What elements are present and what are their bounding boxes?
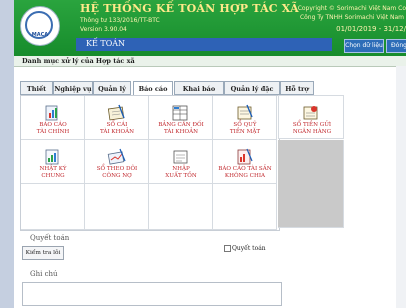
- tab-quan-ly[interactable]: Quản lý: [93, 81, 131, 95]
- checkbox-box[interactable]: [224, 245, 231, 252]
- notes-textarea[interactable]: [22, 282, 282, 306]
- report-label-line2: XUẤT TỒN: [165, 173, 197, 179]
- report-label-line1: BÁO CÁO: [39, 122, 67, 128]
- choose-data-button[interactable]: Chọn dữ liệu: [344, 39, 384, 53]
- right-panel: [396, 66, 406, 308]
- empty-cell: [149, 184, 213, 230]
- report-label-line2: TÀI CHÍNH: [36, 129, 70, 135]
- report-grid: BÁO CÁO TÀI CHÍNH SỔ CÁI TÀI KHOẢN BẢNG CÂ…: [20, 95, 280, 231]
- copyright-text: Copyright © Sorimachi Việt Nam Co: [297, 5, 406, 12]
- company-name: Công Ty TNHH Sorimachi Việt Nam: [299, 14, 404, 21]
- menu-label: Danh mục xử lý của Hợp tác xã: [22, 57, 135, 65]
- ledger-book-icon: [107, 104, 125, 121]
- debt-tracking-icon: [107, 148, 126, 165]
- report-so-quy-tien-mat[interactable]: SỔ QUỸ TIỀN MẶT: [213, 96, 277, 140]
- settlement-checkbox[interactable]: Quyết toán: [224, 245, 266, 252]
- empty-cell: [213, 184, 277, 230]
- report-label-line2: CÔNG NỢ: [102, 173, 132, 179]
- report-tai-san-khong-chia[interactable]: BÁO CÁO TÀI SẢN KHÔNG CHIA: [213, 140, 277, 184]
- tab-khai-bao-thue[interactable]: Khai báo thuế: [174, 81, 224, 107]
- report-label-line2: TÀI KHOẢN: [99, 129, 135, 135]
- report-label-line1: SỔ CÁI: [106, 122, 128, 128]
- check-errors-button[interactable]: Kiểm tra lỗi: [22, 246, 64, 260]
- report-label-line2: CHUNG: [41, 173, 65, 179]
- report-label-line1: SỔ QUỸ: [233, 122, 257, 128]
- report-label-line1: NHẬT KÝ: [39, 166, 67, 172]
- report-label-line2: KHÔNG CHIA: [224, 173, 266, 179]
- close-button[interactable]: Đóng: [386, 39, 406, 53]
- report-label-line2: NGÂN HÀNG: [292, 129, 332, 135]
- tab-ho-tro[interactable]: Hỗ trợ: [280, 81, 314, 95]
- logo-text: MACA: [31, 32, 49, 38]
- journal-chart-icon: [45, 149, 59, 165]
- cash-book-icon: [237, 104, 253, 120]
- tab-bao-cao[interactable]: Báo cáo: [133, 81, 173, 96]
- main-window: MACA HỆ THỐNG KẾ TOÁN HỢP TÁC XÃ Thông t…: [14, 0, 406, 308]
- tab-nghiep-vu[interactable]: Nghiệp vụ: [53, 81, 93, 95]
- report-bang-can-doi-tai-khoan[interactable]: BẢNG CÂN ĐỐI TÀI KHOẢN: [149, 96, 213, 140]
- app-subtitle-circular: Thông tư 133/2016/TT-BTC: [80, 17, 160, 24]
- asset-report-icon: [237, 148, 253, 165]
- tab-quan-ly-dac-thu[interactable]: Quản lý đặc thù: [224, 81, 280, 107]
- outer-panel: [0, 0, 14, 308]
- report-label-line1: BẢNG CÂN ĐỐI: [158, 122, 204, 128]
- report-label-line1: SỔ TIỀN GỬI: [292, 122, 332, 128]
- report-label-line2: TÀI KHOẢN: [163, 129, 199, 135]
- app-header: MACA HỆ THỐNG KẾ TOÁN HỢP TÁC XÃ Thông t…: [14, 0, 406, 56]
- notes-label: Ghi chú: [30, 270, 58, 278]
- report-so-cai-tai-khoan[interactable]: SỔ CÁI TÀI KHOẢN: [85, 96, 149, 140]
- app-version: Version 3.90.04: [80, 26, 127, 33]
- app-logo: MACA: [20, 6, 60, 46]
- tab-thiet-lap[interactable]: Thiết lập: [20, 81, 53, 107]
- settlement-checkbox-label: Quyết toán: [232, 245, 266, 252]
- report-bao-cao-tai-chinh[interactable]: BÁO CÁO TÀI CHÍNH: [21, 96, 85, 140]
- balance-sheet-icon: [172, 105, 188, 121]
- financial-report-icon: [45, 105, 58, 121]
- empty-cell: [21, 184, 85, 230]
- app-title: HỆ THỐNG KẾ TOÁN HỢP TÁC XÃ: [80, 2, 299, 15]
- module-title: KẾ TOÁN: [86, 39, 126, 48]
- report-so-tien-gui-ngan-hang[interactable]: SỔ TIỀN GỬI NGÂN HÀNG: [278, 95, 344, 139]
- bank-deposit-icon: [303, 106, 318, 120]
- report-label-line1: SỔ THEO DÕI: [96, 166, 138, 172]
- module-bar: KẾ TOÁN: [76, 38, 332, 51]
- report-nhap-xuat-ton[interactable]: NHẬP XUẤT TỒN: [149, 140, 213, 184]
- report-so-theo-doi-cong-no[interactable]: SỔ THEO DÕI CÔNG NỢ: [85, 140, 149, 184]
- report-nhat-ky-chung[interactable]: NHẬT KÝ CHUNG: [21, 140, 85, 184]
- inventory-icon: [173, 150, 188, 164]
- accounting-period: 01/01/2019 - 31/12/: [336, 25, 406, 33]
- report-label-line1: NHẬP: [172, 166, 190, 172]
- empty-cell: [85, 184, 149, 230]
- report-label-line1: BÁO CÁO TÀI SẢN: [218, 166, 272, 172]
- settlement-label: Quyết toán: [30, 234, 70, 242]
- report-label-line2: TIỀN MẶT: [229, 129, 261, 135]
- empty-grey-cell: [278, 140, 344, 228]
